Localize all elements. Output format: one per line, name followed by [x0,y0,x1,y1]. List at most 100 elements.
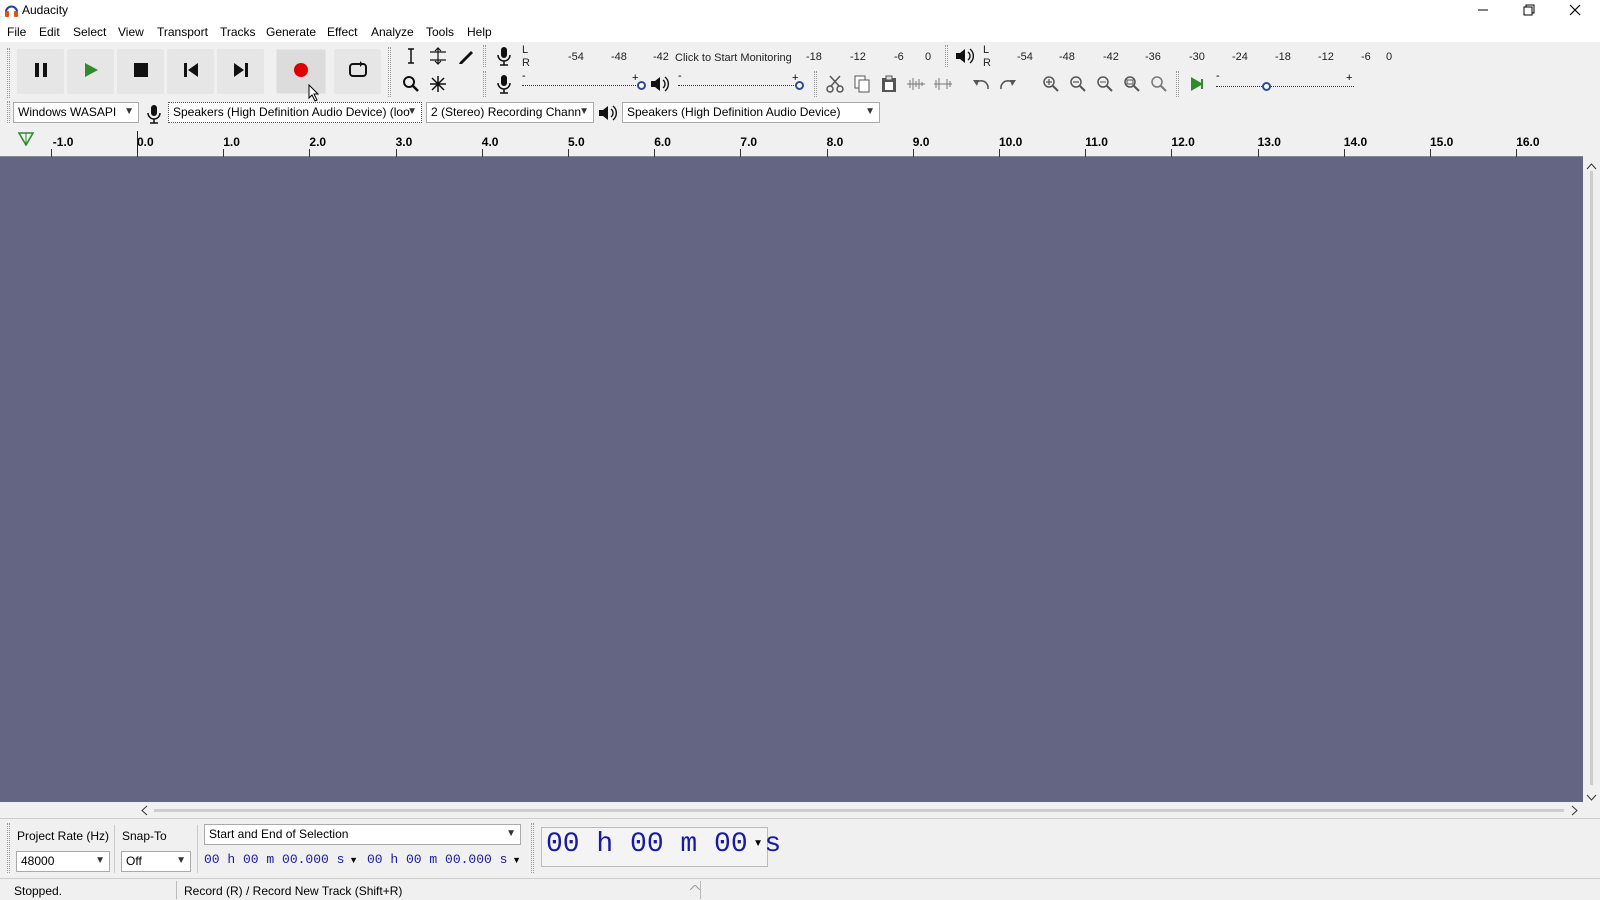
recording-meter[interactable]: -54 -48 -42 Click to Start Monitoring -1… [532,45,934,69]
menu-transport[interactable]: Transport [157,25,208,39]
project-rate-select[interactable]: 48000 ▼ [16,851,110,872]
toolbar-grip[interactable] [7,823,10,873]
meter-tick: -30 [1189,51,1205,63]
selection-start-time[interactable]: 00 h 00 m 00.000 s ▼ [204,852,360,873]
pause-button[interactable] [17,49,64,94]
copy-icon[interactable] [849,71,875,97]
ruler-tick-mark [309,149,311,157]
fit-project-icon[interactable] [1119,71,1145,97]
snap-to-select[interactable]: Off ▼ [121,851,191,872]
microphone-icon [146,104,162,127]
zoom-in-icon[interactable] [1038,71,1064,97]
slider-thumb[interactable] [637,81,646,90]
trim-audio-icon[interactable] [903,71,929,97]
ruler-tick-label: 9.0 [912,135,930,149]
minimize-button[interactable] [1460,0,1506,22]
toolbar-grip[interactable] [388,47,391,97]
multi-tool-icon[interactable] [425,71,451,97]
toolbar-grip[interactable] [945,45,948,67]
zoom-out-icon[interactable] [1065,71,1091,97]
cut-icon[interactable] [822,71,848,97]
paste-icon[interactable] [876,71,902,97]
scroll-thumb[interactable] [1590,171,1593,785]
toolbar-grip[interactable] [814,71,817,97]
recording-device-value: Speakers (High Definition Audio Device) … [173,105,410,119]
draw-tool-icon[interactable] [453,43,479,69]
scroll-right-icon[interactable] [1571,805,1579,819]
audio-host-select[interactable]: Windows WASAPI ▼ [13,102,139,123]
stop-button[interactable] [117,49,164,94]
chevron-down-icon: ▼ [579,106,589,117]
selection-tool-icon[interactable] [398,43,424,69]
ruler-tick-mark [1085,149,1087,157]
playback-volume-slider[interactable]: - + [676,70,806,94]
menu-file[interactable]: File [7,25,26,39]
menu-tools[interactable]: Tools [426,25,454,39]
menu-view[interactable]: View [118,25,144,39]
microphone-icon[interactable] [496,46,512,69]
close-button[interactable] [1552,0,1598,22]
ruler-tick-mark [223,149,225,157]
slider-thumb[interactable] [795,81,804,90]
menu-tracks[interactable]: Tracks [220,25,256,39]
status-bar: Stopped. Record (R) / Record New Track (… [0,878,1600,900]
silence-audio-icon[interactable] [930,71,956,97]
ruler-tick-mark [395,149,397,157]
scroll-thumb[interactable] [154,809,1564,812]
menu-select[interactable]: Select [73,25,106,39]
status-hint: Record (R) / Record New Track (Shift+R) [184,884,403,898]
ruler-tick-mark [826,149,828,157]
chevron-down-icon: ▼ [349,855,358,865]
toolbar-grip[interactable] [483,71,486,97]
menu-generate[interactable]: Generate [266,25,316,39]
play-button[interactable] [67,49,114,94]
loop-button[interactable] [334,49,381,94]
speaker-icon[interactable] [955,47,975,68]
menu-analyze[interactable]: Analyze [371,25,414,39]
undo-icon[interactable] [968,71,994,97]
envelope-tool-icon[interactable] [425,43,451,69]
zoom-tool-icon[interactable] [398,71,424,97]
toolbar-grip[interactable] [531,823,534,873]
redo-icon[interactable] [995,71,1021,97]
audio-position-display[interactable]: 00 h 00 m 00 s ▼ [541,827,781,867]
play-at-speed-icon[interactable] [1184,71,1210,97]
fit-selection-icon[interactable] [1092,71,1118,97]
toolbar-grip[interactable] [7,101,10,123]
slider-minus-label: - [678,70,682,82]
timeline-ruler[interactable]: -1.0 0.0 1.0 2.0 3.0 4.0 5.0 6.0 7.0 8.0 9.0 10.0 11… [0,127,1583,157]
recording-device-select[interactable]: Speakers (High Definition Audio Device) … [168,102,422,123]
track-area[interactable] [0,157,1583,802]
chevron-down-icon: ▼ [95,855,105,866]
skip-to-start-button[interactable] [167,49,214,94]
divider [114,825,115,873]
playback-device-select[interactable]: Speakers (High Definition Audio Device) … [622,102,880,123]
toolbar-grip[interactable] [1176,71,1179,97]
zoom-toggle-icon[interactable] [1146,71,1172,97]
selection-mode-select[interactable]: Start and End of Selection ▼ [204,824,521,845]
playback-meter[interactable]: -54 -48 -42 -36 -30 -24 -18 -12 -6 0 [993,45,1398,69]
meter-tick: -48 [611,51,627,63]
slider-thumb[interactable] [1262,82,1271,91]
menu-effect[interactable]: Effect [327,25,357,39]
menu-help[interactable]: Help [467,25,492,39]
toolbar-grip[interactable] [483,45,486,67]
recording-channels-select[interactable]: 2 (Stereo) Recording Chann ▼ [426,102,594,123]
skip-to-end-button[interactable] [217,49,264,94]
scroll-down-icon[interactable] [1586,791,1597,805]
meter-tick: -42 [653,51,669,63]
ruler-tick-label: 14.0 [1343,135,1368,149]
horizontal-scrollbar[interactable] [138,802,1583,818]
vertical-scrollbar[interactable] [1583,157,1600,802]
timeline-options-icon[interactable] [17,132,35,149]
playback-speed-slider[interactable]: - + [1214,70,1358,94]
menu-edit[interactable]: Edit [39,25,60,39]
ruler-tick-mark [1171,149,1173,157]
start-monitoring-label[interactable]: Click to Start Monitoring [675,52,792,64]
recording-volume-slider[interactable]: - + [520,70,648,94]
restore-button[interactable] [1506,0,1552,22]
scroll-left-icon[interactable] [140,805,148,819]
toolbar-grip[interactable] [7,48,10,98]
selection-end-time[interactable]: 00 h 00 m 00.000 s ▼ [367,852,523,873]
meter-tick: -42 [1103,51,1119,63]
